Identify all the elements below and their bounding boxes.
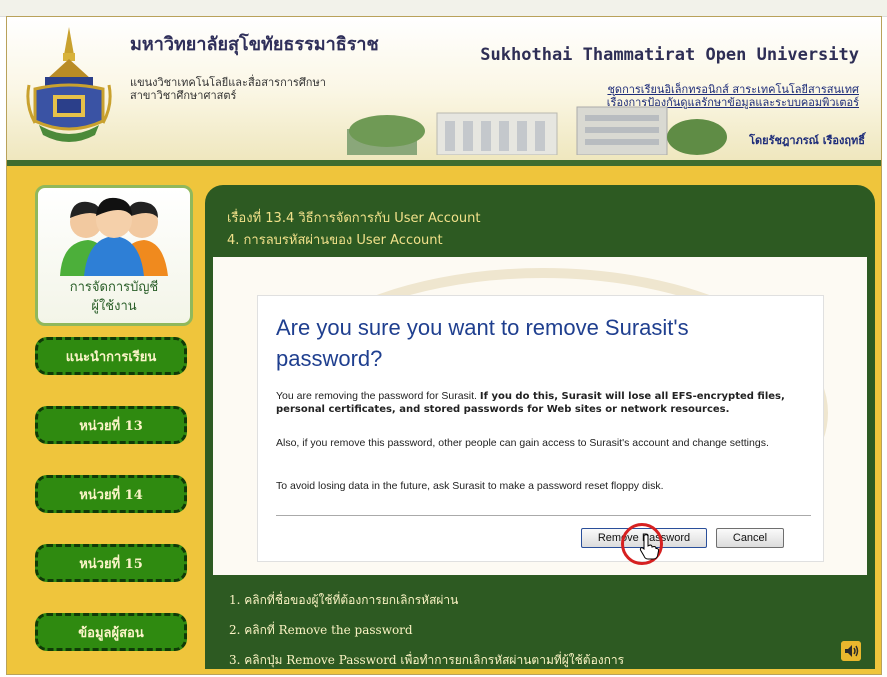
hand-cursor-icon	[639, 534, 659, 560]
cancel-button[interactable]: Cancel	[716, 528, 784, 548]
dialog-title: Are you sure you want to remove Surasit'…	[276, 315, 689, 371]
browser-top-strip	[0, 0, 887, 17]
topic-card-label-line1: การจัดการบัญชี	[69, 280, 159, 295]
dialog-floppy-tip-text: To avoid losing data in the future, ask …	[276, 480, 664, 492]
english-university-title: Sukhothai Thammatirat Open University	[480, 45, 859, 65]
university-seal-icon	[26, 27, 112, 142]
dialog-warning-text: You are removing the password for Surasi…	[276, 390, 811, 416]
nav-unit-14-button[interactable]: หน่วยที่ 14	[35, 475, 187, 513]
lesson-page: มหาวิทยาลัยสุโขทัยธรรมาธิราช แขนงวิชาเทค…	[6, 16, 882, 675]
thai-university-title: มหาวิทยาลัยสุโขทัยธรรมาธิราช	[130, 34, 379, 55]
warning-normal-text: You are removing the password for Surasi…	[276, 390, 480, 402]
campus-buildings-image	[347, 106, 727, 155]
step-2-text: 2. คลิกที่ Remove the password	[229, 623, 413, 637]
lesson-heading: เรื่องที่ 13.4 วิธีการจัดการกับ User Acc…	[227, 211, 481, 226]
nav-instructor-info-button[interactable]: ข้อมูลผู้สอน	[35, 613, 187, 651]
speaker-icon[interactable]	[841, 641, 861, 661]
nav-unit-13-button[interactable]: หน่วยที่ 13	[35, 406, 187, 444]
screenshot-content-area: Are you sure you want to remove Surasit'…	[213, 257, 867, 575]
nav-introduction-button[interactable]: แนะนำการเรียน	[35, 337, 187, 375]
dialog-access-text: Also, if you remove this password, other…	[276, 437, 769, 449]
thai-faculty-line: สาขาวิชาศึกษาศาสตร์	[130, 89, 237, 102]
dialog-separator	[276, 515, 811, 516]
user-accounts-topic-card: การจัดการบัญชี ผู้ใช้งาน	[35, 185, 193, 326]
topic-card-label-line2: ผู้ใช้งาน	[91, 299, 137, 314]
nav-unit-15-button[interactable]: หน่วยที่ 15	[35, 544, 187, 582]
remove-password-dialog: Are you sure you want to remove Surasit'…	[257, 295, 824, 565]
lesson-subheading: 4. การลบรหัสผ่านของ User Account	[227, 233, 443, 248]
users-group-icon	[60, 197, 168, 276]
step-3-text: 3. คลิกปุ่ม Remove Password เพื่อทำการยก…	[229, 653, 625, 667]
author-credit: โดยรัชฎาภรณ์ เรืองฤทธิ์	[749, 134, 865, 147]
lesson-main-panel: เรื่องที่ 13.4 วิธีการจัดการกับ User Acc…	[205, 185, 875, 669]
screenshot-frame: มหาวิทยาลัยสุโขทัยธรรมาธิราช แขนงวิชาเทค…	[0, 0, 887, 677]
site-header: มหาวิทยาลัยสุโขทัยธรรมาธิราช แขนงวิชาเทค…	[7, 17, 881, 166]
step-1-text: 1. คลิกที่ชื่อของผู้ใช้ที่ต้องการยกเลิกร…	[229, 593, 459, 607]
